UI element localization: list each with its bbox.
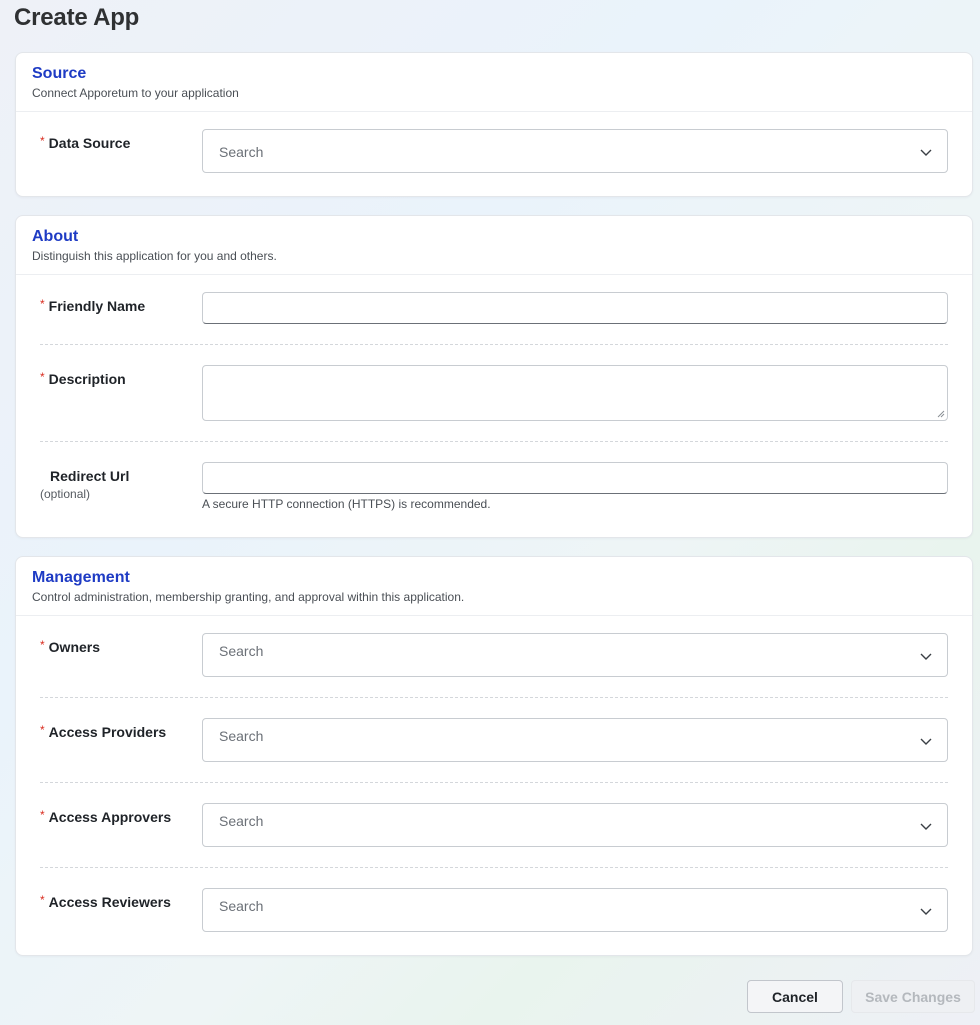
chevron-down-icon (920, 653, 932, 660)
chevron-down-icon (920, 908, 932, 915)
description-textarea[interactable] (202, 365, 948, 421)
required-marker: * (40, 893, 45, 907)
divider (40, 867, 948, 868)
management-card-header: Management Control administration, membe… (16, 557, 972, 616)
chevron-down-icon (920, 823, 932, 830)
access-reviewers-label: * Access Reviewers (40, 893, 171, 910)
friendly-name-label: * Friendly Name (40, 297, 146, 314)
about-card-header: About Distinguish this application for y… (16, 216, 972, 275)
management-card-title: Management (32, 569, 130, 586)
access-providers-label: * Access Providers (40, 723, 167, 740)
owners-select[interactable]: Search (202, 633, 948, 677)
data-source-label: * Data Source (40, 134, 131, 151)
save-changes-button[interactable]: Save Changes (851, 980, 975, 1013)
cancel-button[interactable]: Cancel (747, 980, 843, 1013)
owners-label: * Owners (40, 638, 101, 655)
friendly-name-input[interactable] (202, 292, 948, 324)
description-label: * Description (40, 370, 126, 387)
data-source-select[interactable]: Search (202, 129, 948, 173)
chevron-down-icon (920, 738, 932, 745)
required-marker: * (40, 638, 45, 652)
management-card-subtitle: Control administration, membership grant… (32, 590, 465, 604)
management-card: Management Control administration, membe… (15, 556, 973, 956)
divider (40, 441, 948, 442)
about-card: About Distinguish this application for y… (15, 215, 973, 538)
redirect-url-label: Redirect Url (optional) (40, 468, 130, 501)
source-card-subtitle: Connect Apporetum to your application (32, 86, 239, 100)
source-card-header: Source Connect Apporetum to your applica… (16, 53, 972, 112)
access-reviewers-select[interactable]: Search (202, 888, 948, 932)
redirect-url-optional-note: (optional) (40, 487, 91, 501)
about-card-subtitle: Distinguish this application for you and… (32, 249, 277, 263)
owners-placeholder: Search (219, 643, 264, 659)
about-card-title: About (32, 228, 79, 245)
required-marker: * (40, 134, 45, 148)
required-marker: * (40, 297, 45, 311)
page-title: Create App (14, 4, 140, 31)
divider (40, 344, 948, 345)
source-card: Source Connect Apporetum to your applica… (15, 52, 973, 197)
access-approvers-select[interactable]: Search (202, 803, 948, 847)
required-marker: * (40, 370, 45, 384)
access-providers-select[interactable]: Search (202, 718, 948, 762)
divider (40, 697, 948, 698)
access-approvers-placeholder: Search (219, 813, 264, 829)
access-reviewers-placeholder: Search (219, 898, 264, 914)
resize-handle-icon[interactable] (937, 410, 945, 418)
data-source-placeholder: Search (219, 144, 264, 160)
required-marker: * (40, 808, 45, 822)
access-approvers-label: * Access Approvers (40, 808, 172, 825)
redirect-url-input[interactable] (202, 462, 948, 494)
source-card-title: Source (32, 65, 87, 82)
access-providers-placeholder: Search (219, 728, 264, 744)
redirect-url-hint: A secure HTTP connection (HTTPS) is reco… (202, 497, 491, 511)
chevron-down-icon (920, 149, 932, 156)
divider (40, 782, 948, 783)
required-marker: * (40, 723, 45, 737)
